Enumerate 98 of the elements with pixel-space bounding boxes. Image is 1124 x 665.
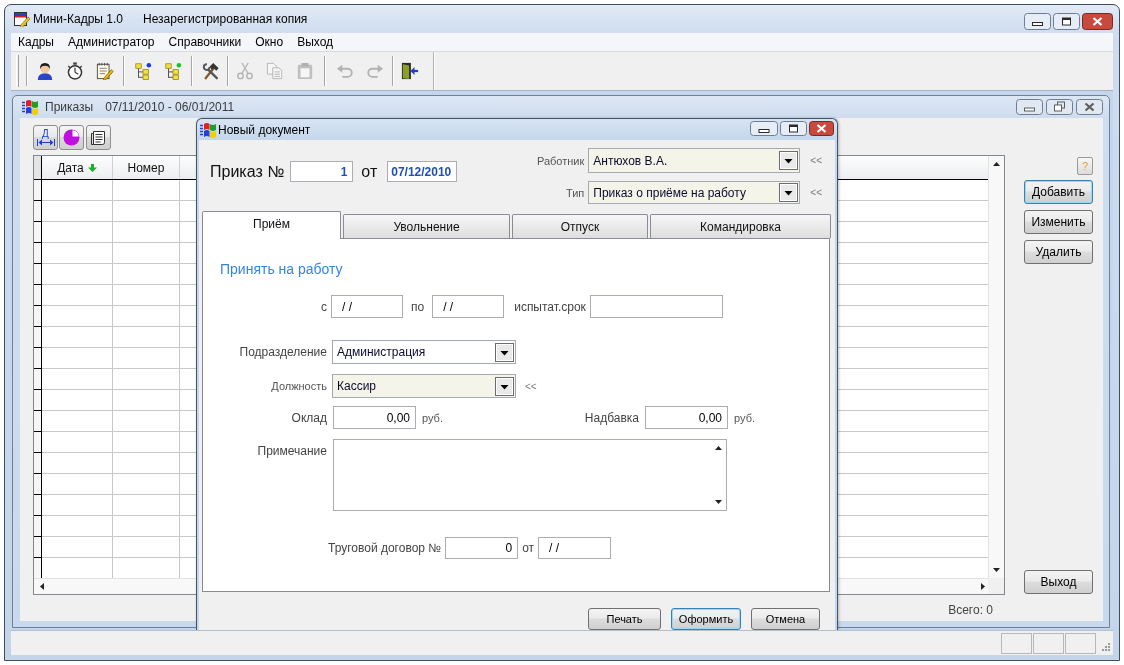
notepad-pencil-icon[interactable] [96, 62, 114, 80]
report-button[interactable] [86, 125, 111, 150]
tab[interactable]: Отпуск [512, 214, 648, 238]
exit-door-icon[interactable] [401, 62, 419, 80]
field-label: Примечание [257, 444, 327, 458]
minimize-icon[interactable] [1024, 13, 1051, 30]
exit-button[interactable]: Выход [1024, 570, 1093, 594]
order-number-label: Приказ № [210, 162, 285, 181]
field-label: Тип [565, 186, 585, 199]
field-label: Работник [536, 154, 585, 167]
menu-item[interactable]: Администратор [60, 35, 162, 49]
grip-icon[interactable] [16, 55, 19, 87]
column-header[interactable]: Дата [42, 156, 113, 179]
field-label: Надбавка [584, 410, 639, 425]
order-type-dropdown[interactable]: Приказ о приёме на работу [588, 181, 801, 204]
double-arrow-icon [36, 139, 55, 146]
right-arrow-icon[interactable] [981, 583, 985, 590]
field-label: испытат.срок [514, 299, 586, 314]
document-stack-icon [90, 129, 107, 146]
column-header[interactable]: Номер [113, 156, 180, 179]
close-icon[interactable] [1076, 99, 1103, 115]
dropdown-arrow-icon[interactable] [779, 183, 799, 202]
close-icon[interactable] [809, 121, 834, 136]
position-dropdown[interactable]: Кассир [332, 374, 516, 398]
vertical-scrollbar[interactable] [988, 156, 1004, 578]
start-date-field[interactable]: / / [331, 295, 403, 318]
window-title: Приказы [45, 100, 94, 114]
flag-icon [200, 121, 216, 138]
unit-label: руб. [734, 411, 755, 424]
order-number-field[interactable]: 1 [290, 161, 354, 182]
print-button[interactable]: Печать [588, 608, 661, 630]
menu-item[interactable]: Окно [248, 35, 291, 49]
delete-button[interactable]: Удалить [1024, 240, 1093, 264]
contract-date-field[interactable]: / / [538, 537, 612, 559]
field-label: от [522, 541, 535, 555]
field-label: Должность [271, 380, 327, 392]
tab[interactable]: Командировка [650, 214, 831, 238]
order-date-field[interactable]: 07/12/2010 [387, 161, 458, 182]
double-chevron-link[interactable]: << [810, 155, 822, 166]
tab[interactable]: Приём [202, 211, 341, 239]
probation-field[interactable] [589, 295, 723, 318]
person-icon[interactable] [36, 62, 54, 80]
add-button[interactable]: Добавить [1024, 180, 1093, 204]
date-label: от [361, 162, 378, 181]
field-label: с [321, 299, 327, 314]
close-icon[interactable] [1082, 13, 1113, 30]
field-label: Подразделение [239, 345, 327, 359]
double-chevron-link[interactable]: << [525, 380, 537, 392]
tools-icon[interactable] [202, 62, 220, 80]
tab[interactable]: Увольнение [343, 214, 510, 238]
hierarchy-icon[interactable] [134, 62, 152, 80]
stopwatch-icon[interactable] [66, 62, 84, 80]
department-dropdown[interactable]: Администрация [332, 340, 516, 364]
employee-dropdown[interactable]: Антюхов В.А. [588, 148, 801, 173]
submit-button[interactable]: Оформить [671, 608, 741, 630]
up-arrow-icon[interactable] [714, 446, 722, 450]
date-range: 07/11/2010 - 06/01/2011 [105, 100, 235, 114]
minimize-icon[interactable] [750, 121, 778, 136]
down-arrow-icon[interactable] [714, 500, 722, 504]
bonus-field[interactable]: 0,00 [645, 406, 728, 429]
window-title: Мини-Кадры 1.0 [33, 12, 123, 26]
field-label: Оклад [291, 410, 327, 425]
up-arrow-icon[interactable] [993, 162, 1000, 166]
maximize-icon[interactable] [1053, 13, 1080, 30]
salary-field[interactable]: 0,00 [333, 406, 416, 429]
chart-button[interactable] [59, 125, 84, 150]
field-label: по [411, 299, 425, 314]
maximize-icon[interactable] [780, 121, 807, 136]
hierarchy-icon[interactable] [164, 62, 182, 80]
flag-icon [22, 99, 38, 115]
dialog-title: Новый документ [218, 122, 311, 137]
status-panel [1065, 632, 1096, 654]
menu-item[interactable]: Выход [290, 35, 341, 49]
status-panel [1001, 632, 1032, 654]
edit-button[interactable]: Изменить [1024, 210, 1093, 234]
field-label: Труговой договор № [328, 541, 442, 555]
end-date-field[interactable]: / / [432, 295, 505, 318]
total-count: Всего: 0 [948, 603, 993, 617]
note-field[interactable] [333, 439, 727, 511]
registration-status: Незарегистрированная копия [143, 12, 308, 26]
left-arrow-icon[interactable] [40, 583, 44, 590]
column-width-button[interactable]: Д [33, 125, 58, 150]
restore-icon[interactable] [1046, 99, 1073, 115]
dropdown-arrow-icon[interactable] [779, 151, 799, 170]
unit-label: руб. [422, 411, 443, 424]
cancel-button[interactable]: Отмена [751, 608, 820, 630]
window-pencil-icon [14, 11, 30, 27]
menu-item[interactable]: Кадры [11, 35, 61, 49]
resize-grip-icon[interactable] [1099, 642, 1110, 653]
dropdown-arrow-icon[interactable] [495, 342, 514, 362]
pie-chart-icon [63, 129, 80, 146]
section-title: Принять на работу [220, 260, 343, 278]
dropdown-arrow-icon[interactable] [495, 376, 514, 396]
double-chevron-link[interactable]: << [810, 187, 822, 198]
contract-number-field[interactable]: 0 [445, 537, 519, 559]
menu-item[interactable]: Справочники [161, 35, 249, 49]
down-arrow-icon[interactable] [993, 568, 1000, 572]
status-panel [1033, 632, 1064, 654]
